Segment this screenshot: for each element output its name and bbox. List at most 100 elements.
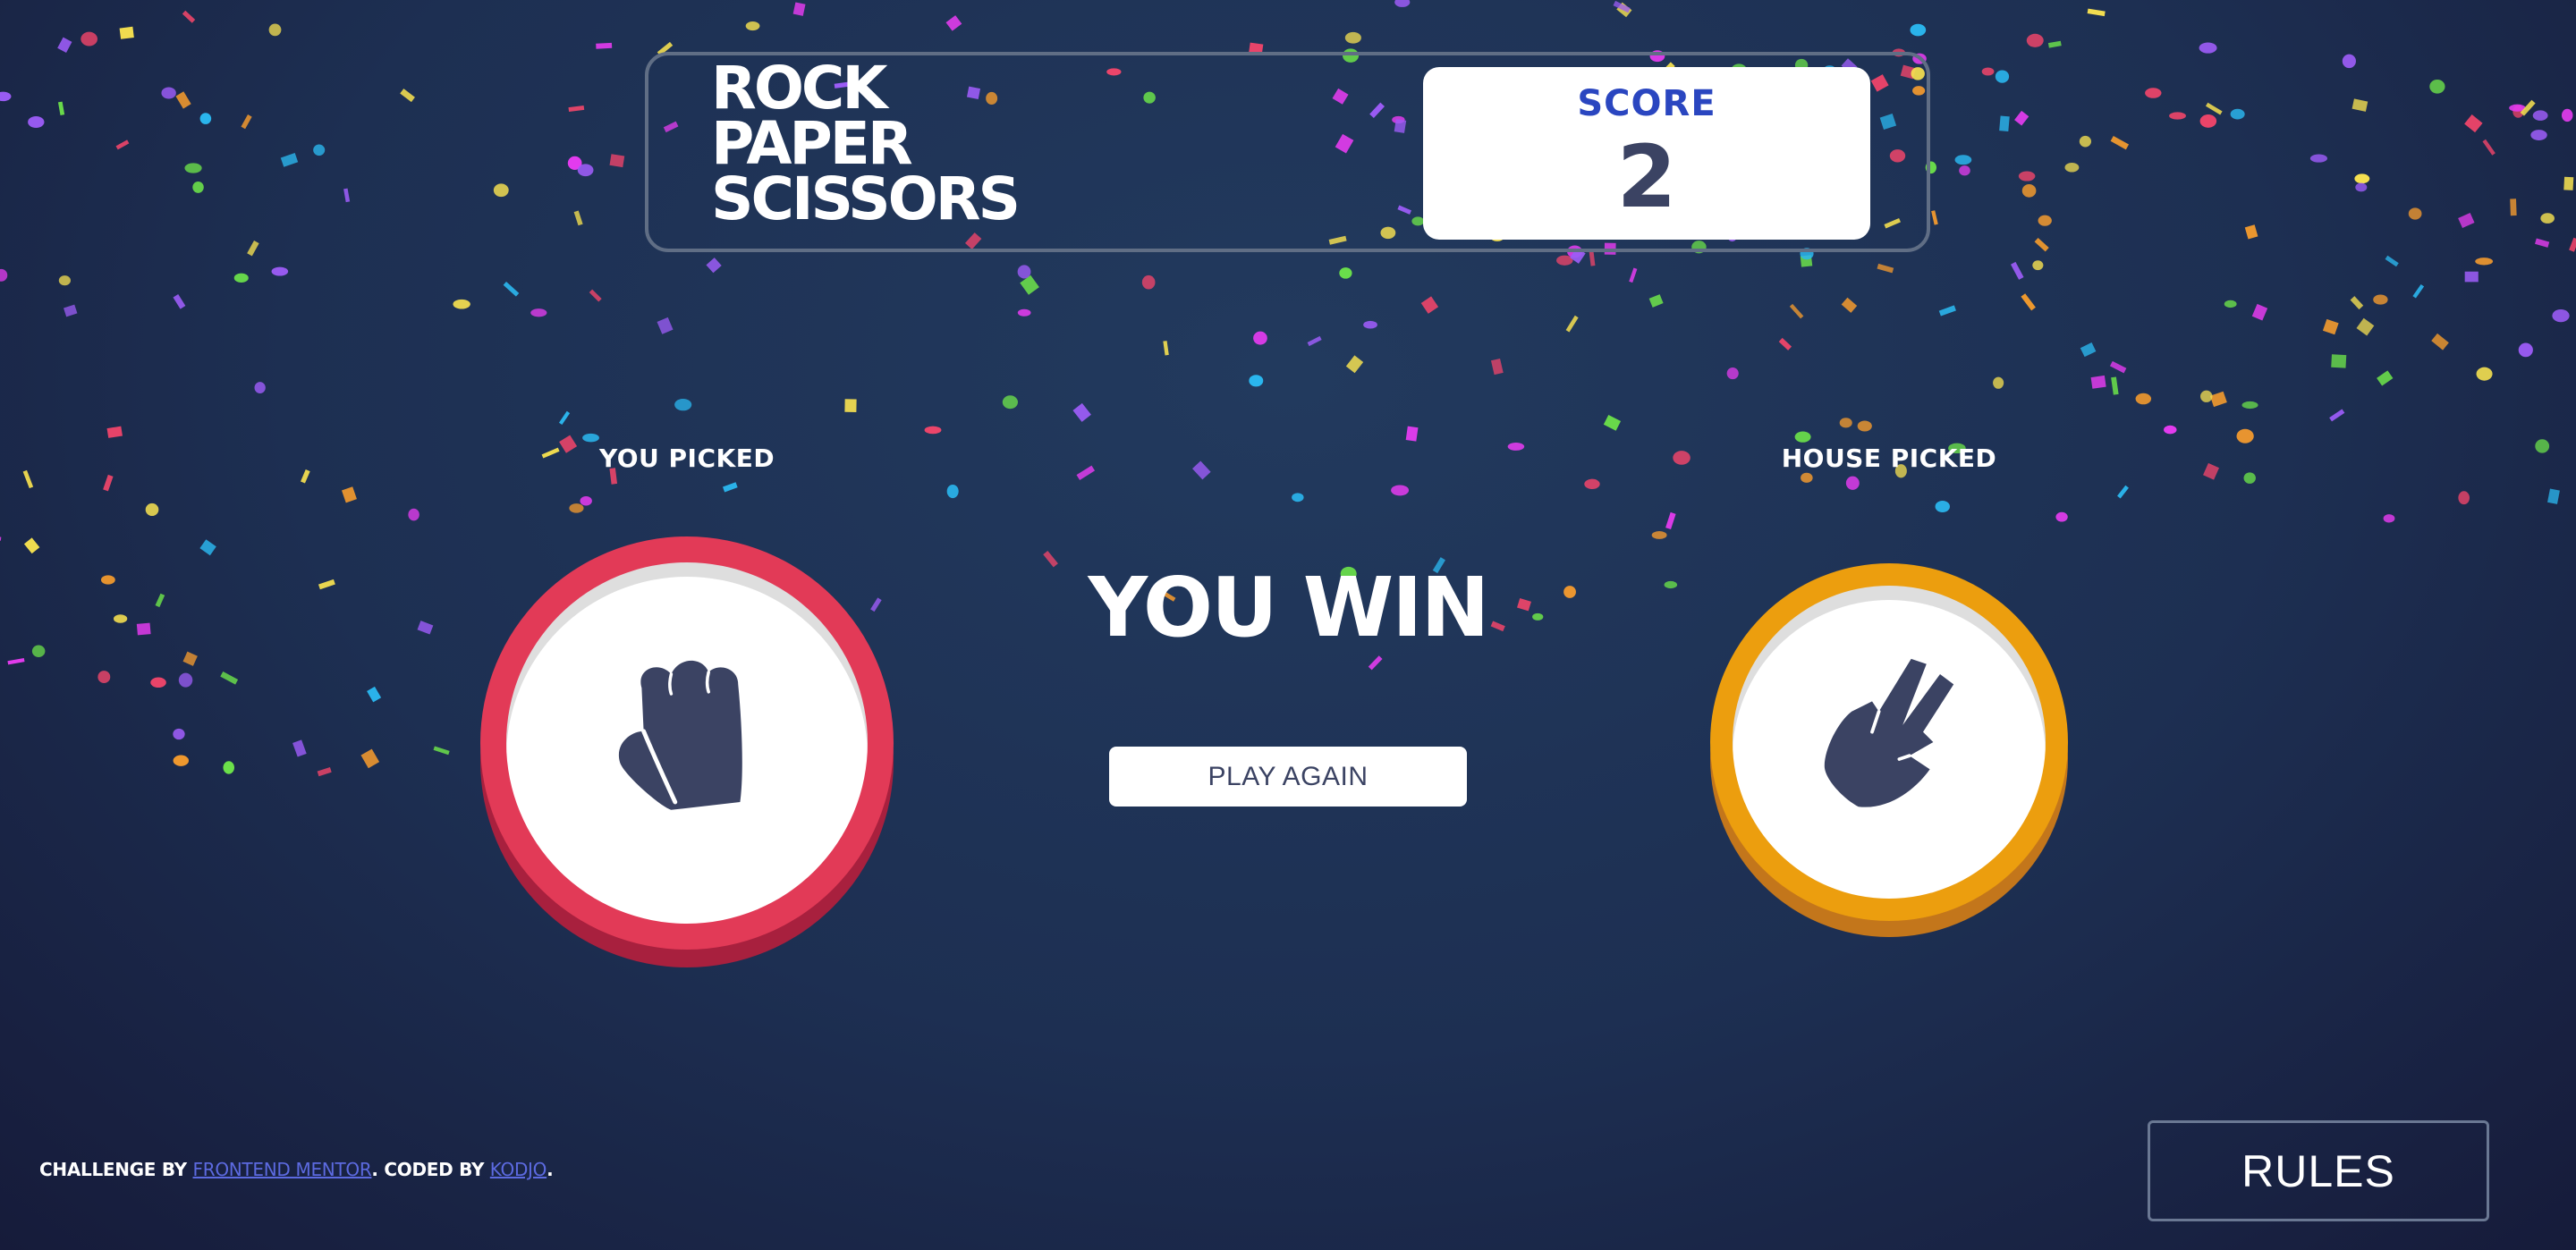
confetti-piece xyxy=(2377,370,2394,386)
confetti-piece xyxy=(106,426,123,438)
confetti-piece xyxy=(567,156,582,171)
confetti-piece xyxy=(1507,442,1525,451)
confetti-piece xyxy=(1420,296,1439,314)
scissors-icon xyxy=(1824,658,1954,807)
confetti-piece xyxy=(1938,305,1956,317)
confetti-piece xyxy=(2351,98,2368,112)
confetti-piece xyxy=(173,294,186,309)
confetti-piece xyxy=(155,593,165,608)
confetti-piece xyxy=(1253,331,1267,345)
frontend-mentor-link[interactable]: FRONTEND MENTOR xyxy=(193,1159,372,1180)
confetti-piece xyxy=(1794,431,1811,443)
confetti-piece xyxy=(2350,296,2364,310)
player-choice-rock-token xyxy=(480,536,894,950)
confetti-piece xyxy=(360,748,380,769)
house-choice-scissors-token xyxy=(1710,563,2068,921)
confetti-piece xyxy=(2205,102,2223,115)
confetti-piece xyxy=(343,188,351,203)
confetti-piece xyxy=(1344,31,1361,44)
confetti-piece xyxy=(1339,267,1352,279)
confetti-piece xyxy=(0,536,2,541)
confetti-piece xyxy=(2230,108,2245,120)
author-link[interactable]: KODJO xyxy=(490,1159,547,1180)
confetti-piece xyxy=(2199,114,2217,128)
confetti-piece xyxy=(924,426,942,435)
play-again-button[interactable]: PLAY AGAIN xyxy=(1109,747,1467,807)
confetti-piece xyxy=(1999,115,2010,131)
confetti-piece xyxy=(192,181,204,193)
confetti-piece xyxy=(2236,428,2254,443)
confetti-piece xyxy=(28,116,45,129)
confetti-piece xyxy=(2145,88,2162,98)
confetti-piece xyxy=(1307,335,1322,347)
confetti-piece xyxy=(220,671,239,685)
confetti-piece xyxy=(844,399,857,412)
confetti-piece xyxy=(2244,224,2258,240)
confetti-piece xyxy=(2032,260,2044,271)
confetti-piece xyxy=(241,114,252,130)
confetti-piece xyxy=(1935,500,1950,512)
confetti-piece xyxy=(453,299,470,309)
confetti-piece xyxy=(173,755,190,766)
confetti-piece xyxy=(182,10,196,23)
confetti-piece xyxy=(596,42,613,49)
confetti-piece xyxy=(573,210,583,226)
confetti-piece xyxy=(7,658,25,665)
confetti-piece xyxy=(57,101,65,115)
confetti-piece xyxy=(1839,418,1852,428)
rules-button[interactable]: RULES xyxy=(2148,1120,2489,1221)
confetti-piece xyxy=(1910,23,1927,37)
confetti-piece xyxy=(1002,395,1019,410)
confetti-piece xyxy=(433,746,450,756)
confetti-piece xyxy=(1249,375,1264,387)
confetti-piece xyxy=(1648,294,1664,308)
confetti-piece xyxy=(582,433,599,443)
header-bar: ROCK PAPER SCISSORS SCORE 2 xyxy=(645,52,1930,252)
confetti-piece xyxy=(2199,42,2217,54)
confetti-piece xyxy=(1629,267,1638,283)
confetti-piece xyxy=(178,672,193,688)
confetti-piece xyxy=(2510,198,2517,216)
confetti-piece xyxy=(2563,176,2574,190)
confetti-piece xyxy=(2018,171,2036,182)
house-picked-label: HOUSE PICKED xyxy=(1781,443,1997,473)
confetti-piece xyxy=(2055,511,2068,522)
confetti-piece xyxy=(2203,462,2220,480)
confetti-piece xyxy=(2200,390,2213,402)
confetti-piece xyxy=(1603,415,1622,431)
confetti-piece xyxy=(2518,342,2533,358)
result-text: YOU WIN xyxy=(1088,560,1490,655)
confetti-piece xyxy=(342,486,357,503)
confetti-piece xyxy=(1391,485,1410,496)
confetti-piece xyxy=(2509,104,2526,112)
confetti-piece xyxy=(2475,258,2494,266)
confetti-piece xyxy=(161,87,176,99)
confetti-piece xyxy=(247,241,259,257)
confetti-piece xyxy=(2354,173,2370,184)
confetti-piece xyxy=(2552,308,2570,323)
confetti-piece xyxy=(2322,318,2339,335)
confetti-piece xyxy=(301,469,310,484)
confetti-piece xyxy=(145,503,159,517)
confetti-piece xyxy=(119,26,134,39)
confetti-piece xyxy=(23,537,40,554)
confetti-piece xyxy=(2569,237,2576,252)
confetti-piece xyxy=(2482,139,2496,156)
confetti-piece xyxy=(2476,367,2493,381)
confetti-piece xyxy=(1192,460,1211,480)
confetti-piece xyxy=(2458,213,2475,229)
confetti-piece xyxy=(2540,213,2555,224)
confetti-piece xyxy=(1345,355,1364,374)
confetti-piece xyxy=(1490,358,1504,376)
confetti-piece xyxy=(2412,283,2425,299)
confetti-piece xyxy=(577,164,594,177)
confetti-piece xyxy=(2512,105,2524,118)
confetti-piece xyxy=(1394,0,1411,7)
confetti-piece xyxy=(97,671,111,684)
confetti-piece xyxy=(318,579,335,590)
confetti-piece xyxy=(1789,303,1804,319)
confetti-piece xyxy=(493,183,509,198)
confetti-piece xyxy=(1368,655,1383,671)
confetti-piece xyxy=(1556,255,1573,266)
confetti-piece xyxy=(2021,293,2036,311)
